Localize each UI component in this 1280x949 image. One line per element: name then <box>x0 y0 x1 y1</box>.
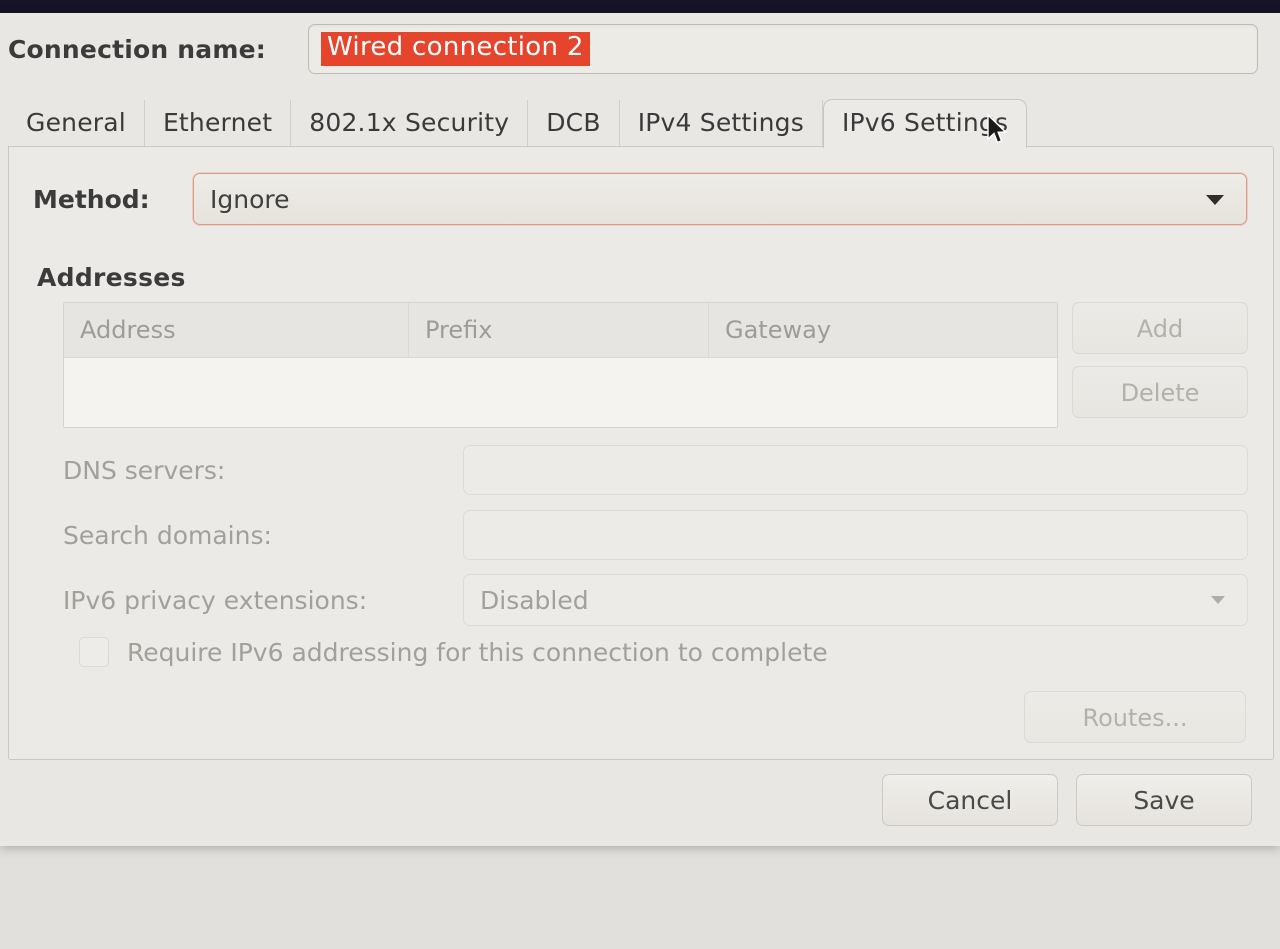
privacy-extensions-row: IPv6 privacy extensions: Disabled <box>63 574 1248 626</box>
addresses-table-body <box>64 358 1057 427</box>
tab-8021x-security[interactable]: 802.1x Security <box>291 100 529 147</box>
addresses-buttons: Add Delete <box>1072 302 1248 430</box>
addresses-table-header: Address Prefix Gateway <box>64 303 1057 358</box>
connection-name-input[interactable]: Wired connection 2 <box>308 24 1258 74</box>
method-row: Method: Ignore <box>33 173 1247 225</box>
privacy-extensions-value: Disabled <box>480 585 589 615</box>
save-button[interactable]: Save <box>1076 774 1252 826</box>
column-header-gateway[interactable]: Gateway <box>709 303 1057 357</box>
connection-editor-dialog: Connection name: Wired connection 2 Gene… <box>0 13 1280 846</box>
addresses-section-title: Addresses <box>37 263 186 292</box>
privacy-extensions-label: IPv6 privacy extensions: <box>63 585 368 615</box>
addresses-table[interactable]: Address Prefix Gateway <box>63 302 1058 428</box>
window-top-edge <box>0 0 1280 13</box>
connection-name-row: Connection name: Wired connection 2 <box>0 18 1280 80</box>
delete-button[interactable]: Delete <box>1072 366 1248 418</box>
method-label: Method: <box>33 184 150 214</box>
require-ipv6-row[interactable]: Require IPv6 addressing for this connect… <box>79 637 828 667</box>
chevron-down-icon <box>1211 596 1225 604</box>
screen: 影 视电视剧电影•购票动漫综艺电视直播2017热映大片 游 戏4399游戏7k7… <box>0 0 1280 949</box>
chevron-down-icon <box>1206 195 1224 205</box>
tab-general[interactable]: General <box>8 100 145 147</box>
connection-name-label: Connection name: <box>8 34 266 64</box>
tab-dcb[interactable]: DCB <box>528 100 620 147</box>
routes-button[interactable]: Routes... <box>1024 691 1246 743</box>
method-dropdown[interactable]: Ignore <box>193 173 1247 225</box>
require-ipv6-checkbox[interactable] <box>79 637 109 667</box>
column-header-prefix[interactable]: Prefix <box>409 303 709 357</box>
privacy-extensions-dropdown[interactable]: Disabled <box>463 574 1248 626</box>
tab-ipv4-settings[interactable]: IPv4 Settings <box>620 100 823 147</box>
search-domains-label: Search domains: <box>63 520 272 550</box>
connection-name-selected-text: Wired connection 2 <box>321 32 590 66</box>
add-button[interactable]: Add <box>1072 302 1248 354</box>
dns-servers-label: DNS servers: <box>63 455 226 485</box>
dialog-action-bar: Cancel Save <box>0 760 1280 846</box>
search-domains-input[interactable] <box>463 510 1248 560</box>
cancel-button[interactable]: Cancel <box>882 774 1058 826</box>
column-header-address[interactable]: Address <box>64 303 409 357</box>
require-ipv6-label: Require IPv6 addressing for this connect… <box>127 637 828 667</box>
tab-ethernet[interactable]: Ethernet <box>145 100 292 147</box>
dns-servers-input[interactable] <box>463 445 1248 495</box>
tab-ipv6-settings[interactable]: IPv6 Settings <box>822 99 1028 148</box>
search-domains-row: Search domains: <box>63 509 1248 561</box>
dns-servers-row: DNS servers: <box>63 444 1248 496</box>
ipv6-settings-panel: Method: Ignore Addresses Address Prefix … <box>8 146 1274 760</box>
tab-bar: General Ethernet 802.1x Security DCB IPv… <box>8 93 1272 148</box>
method-value: Ignore <box>210 184 290 214</box>
